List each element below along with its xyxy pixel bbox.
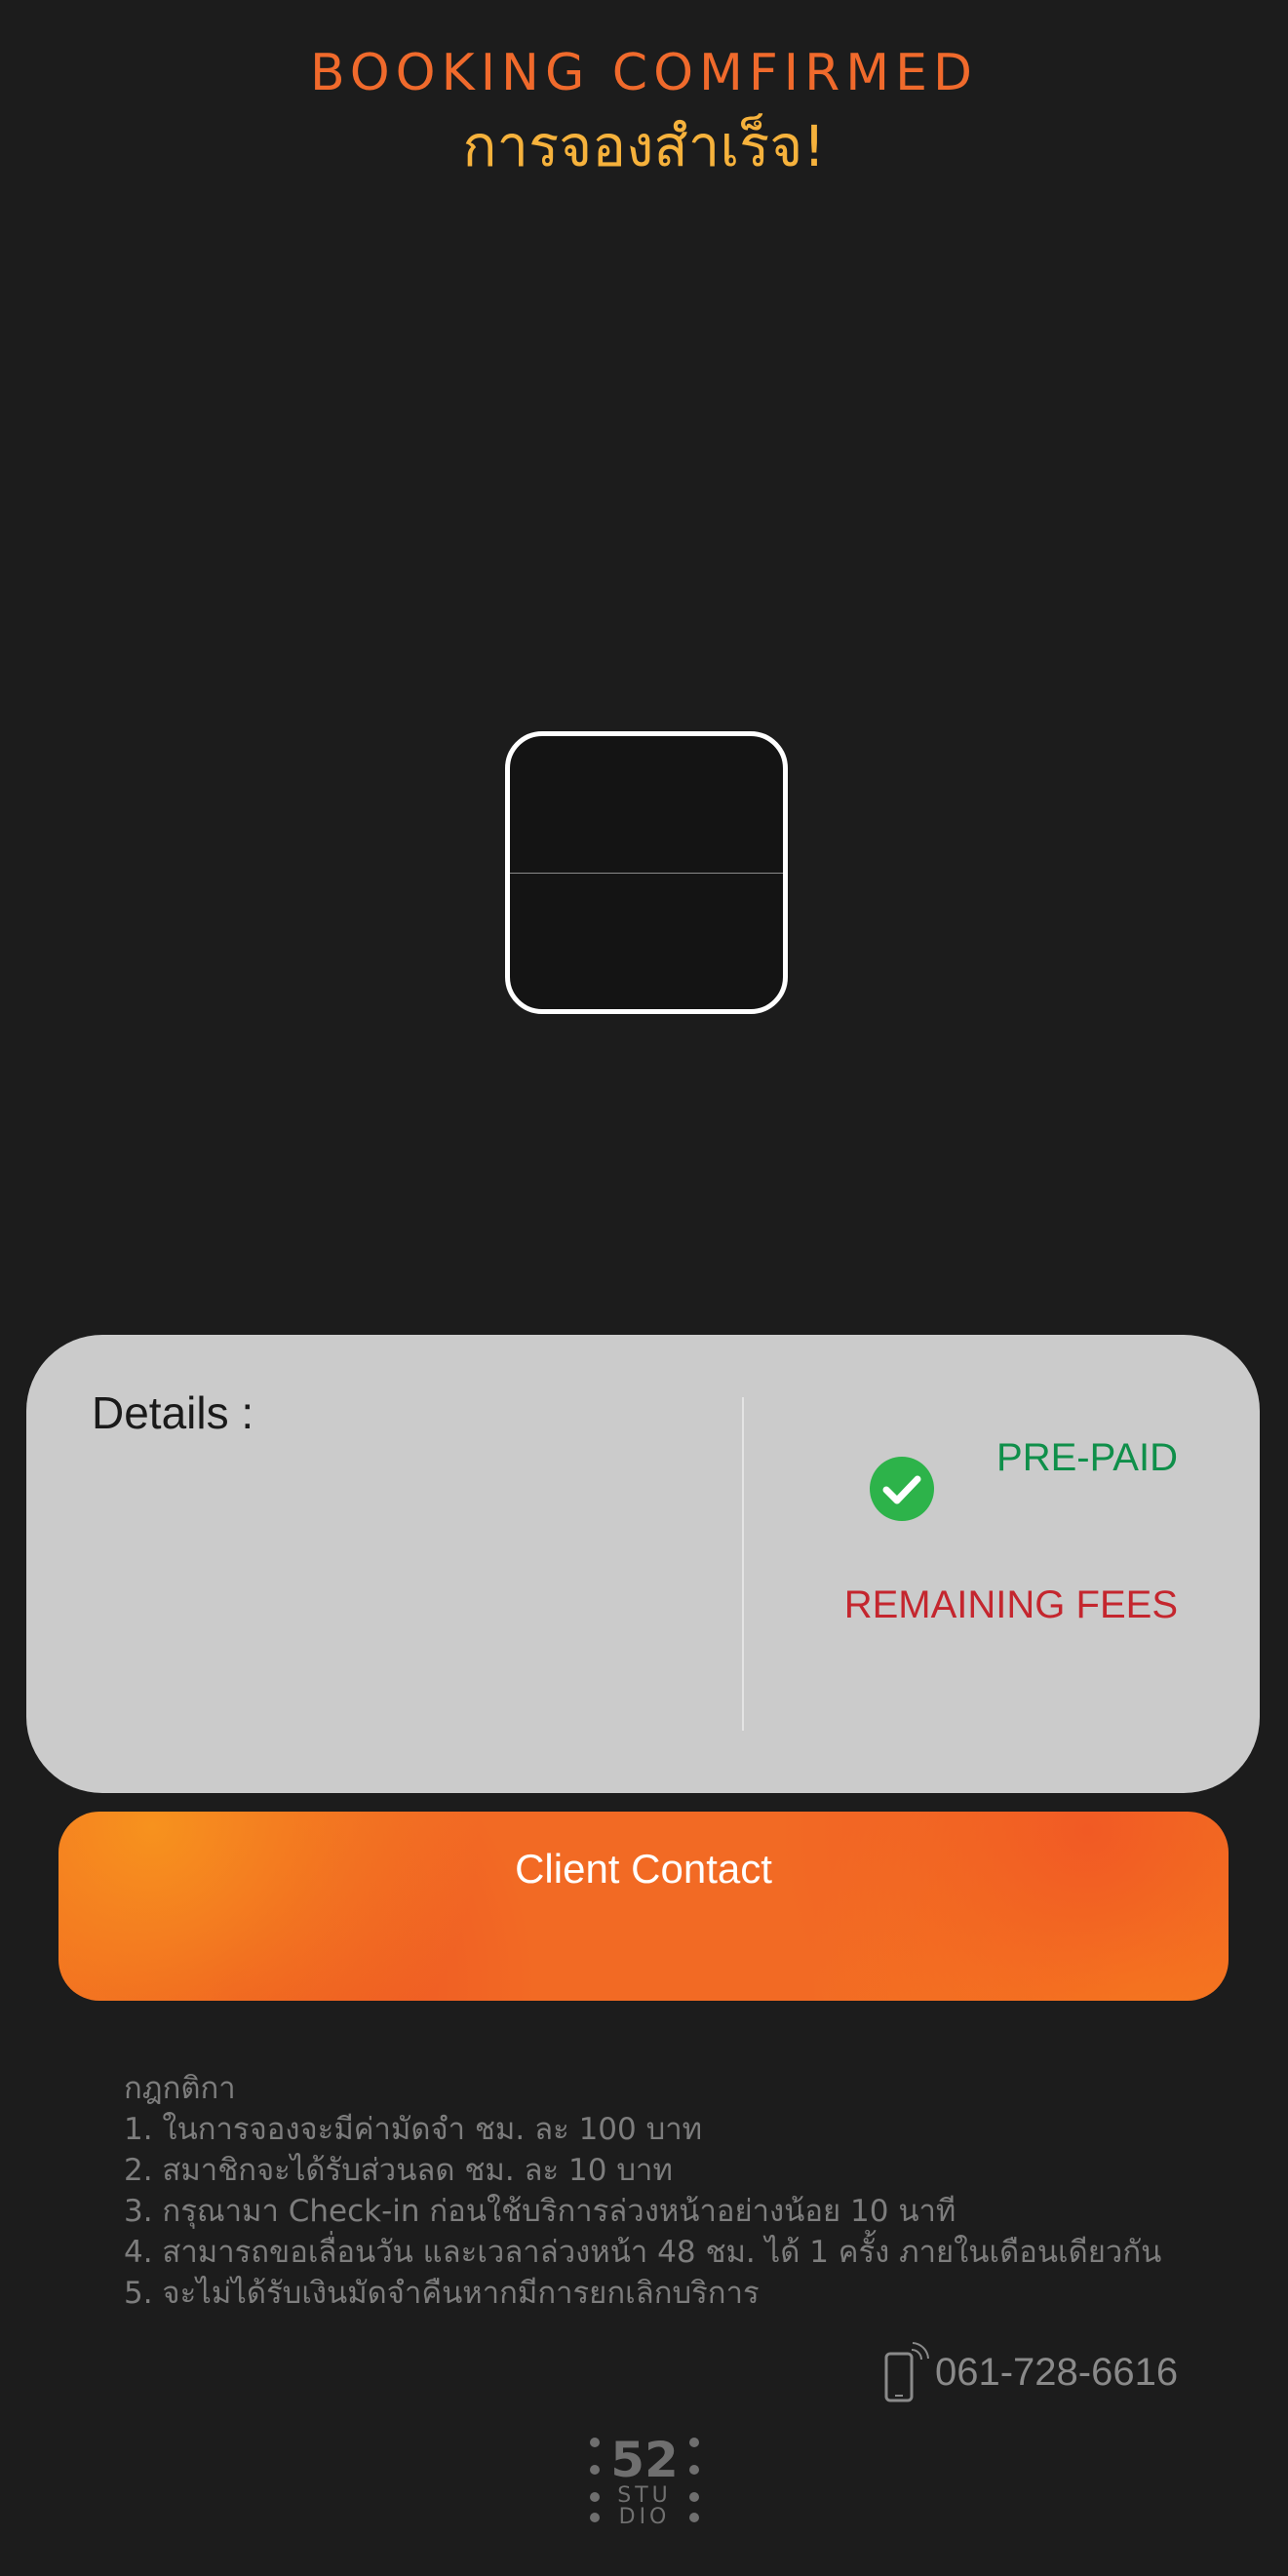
rule-item: 4. สามารถขอเลื่อนวัน และเวลาล่วงหน้า 48 …	[124, 2235, 1162, 2270]
client-contact-button[interactable]: Client Contact	[59, 1812, 1229, 2001]
check-circle-icon	[870, 1457, 934, 1521]
rules-heading: กฎกติกา	[124, 2071, 236, 2106]
page-title-en: BOOKING COMFIRMED	[309, 44, 979, 102]
prepaid-status: PRE-PAID	[996, 1436, 1178, 1479]
details-card: Details : PRE-PAID REMAINING FEES	[26, 1335, 1260, 1793]
logo-number: 52	[610, 2432, 679, 2488]
qr-frame-icon	[505, 731, 788, 1014]
client-contact-label: Client Contact	[515, 1846, 772, 1892]
phone-number: 061-728-6616	[935, 2350, 1179, 2394]
card-divider	[742, 1397, 744, 1731]
rule-item: 2. สมาชิกจะได้รับส่วนลด ชม. ละ 10 บาท	[124, 2153, 673, 2188]
qr-scan-line	[510, 873, 783, 874]
page-title-th: การจองสำเร็จ!	[462, 113, 826, 179]
phone-icon	[884, 2342, 929, 2402]
remaining-fees-status: REMAINING FEES	[843, 1583, 1178, 1626]
booking-confirmed-screen: BOOKING COMFIRMED การจองสำเร็จ! Details …	[0, 0, 1288, 2576]
rule-item: 5. จะไม่ได้รับเงินมัดจำคืนหากมีการยกเลิก…	[124, 2276, 760, 2311]
rule-item: 1. ในการจองจะมีค่ามัดจำ ชม. ละ 100 บาท	[124, 2112, 703, 2147]
rule-item: 3. กรุณามา Check-in ก่อนใช้บริการล่วงหน้…	[124, 2194, 956, 2229]
details-title: Details :	[92, 1387, 254, 1438]
phone-contact[interactable]: 061-728-6616	[882, 2338, 1178, 2406]
rules-list: กฎกติกา 1. ในการจองจะมีค่ามัดจำ ชม. ละ 1…	[124, 2068, 1226, 2314]
studio-logo: 52 STU DIO	[590, 2432, 699, 2527]
logo-line-2: DIO	[619, 2505, 671, 2527]
